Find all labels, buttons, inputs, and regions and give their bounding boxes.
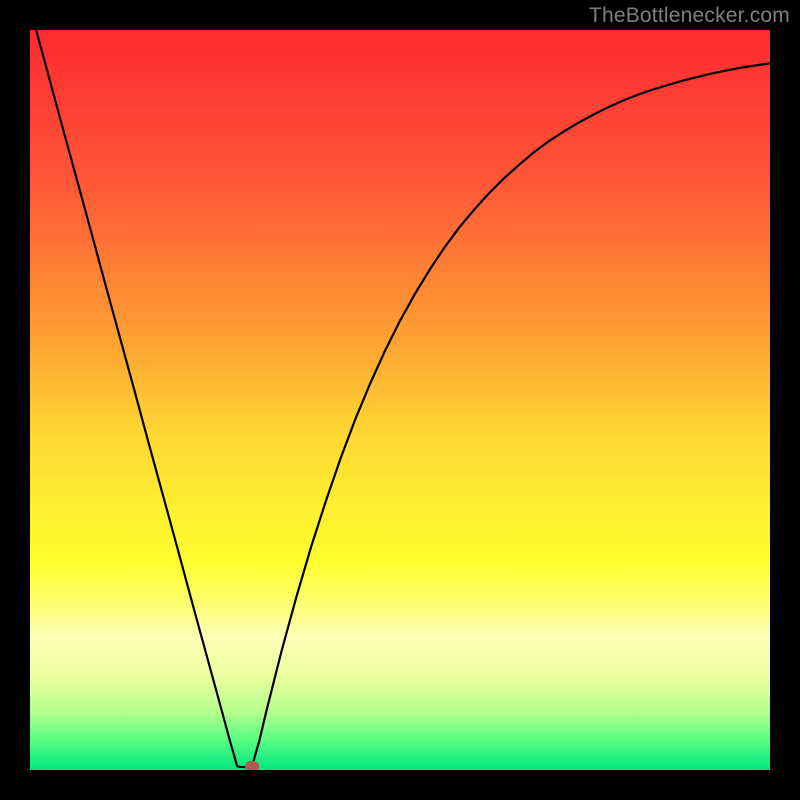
plot-area: [30, 30, 770, 770]
chart-frame: TheBottlenecker.com: [0, 0, 800, 800]
chart-svg: [30, 30, 770, 770]
gradient-background: [30, 30, 770, 770]
attribution-label: TheBottlenecker.com: [589, 4, 790, 28]
